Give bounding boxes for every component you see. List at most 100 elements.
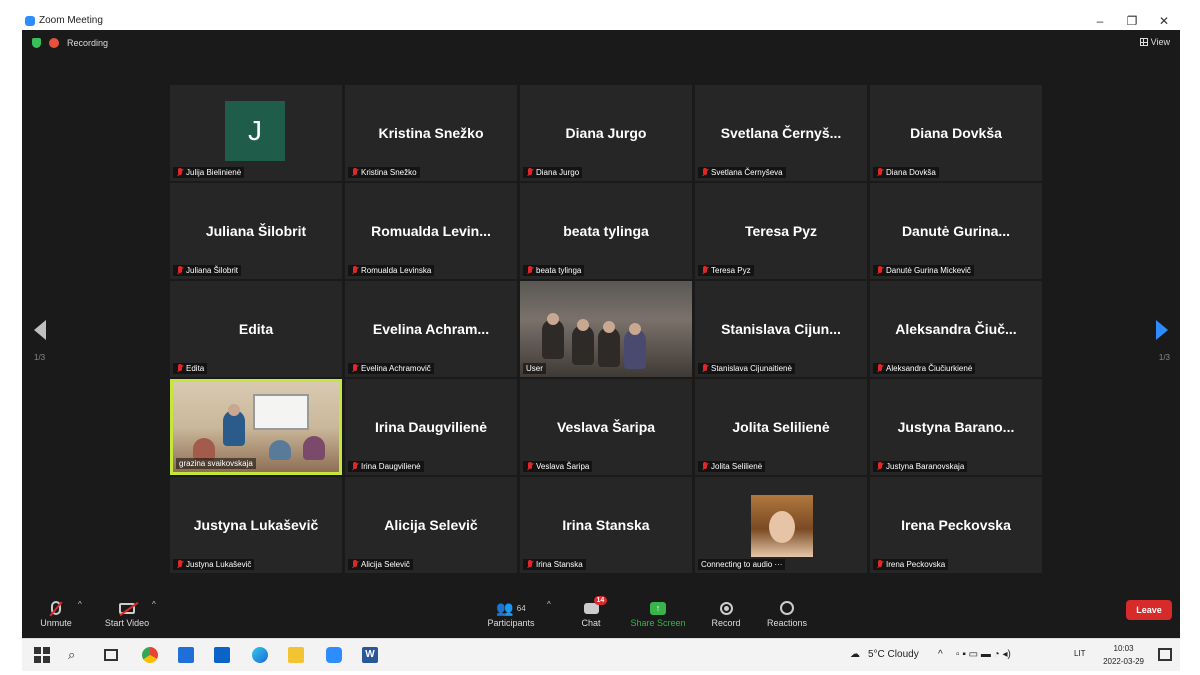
muted-microphone-icon (701, 462, 709, 471)
participant-tile[interactable]: Romualda Levin... Romualda Levinska (345, 183, 517, 279)
edge-icon[interactable] (252, 647, 268, 663)
participant-name: Kristina Snežko (361, 168, 417, 177)
video-options-chevron-icon[interactable]: ^ (152, 600, 156, 609)
share-screen-icon: ↑ (650, 601, 666, 615)
file-explorer-icon[interactable] (288, 647, 304, 663)
participant-name: Justyna Lukaševič (186, 560, 252, 569)
participant-tile[interactable]: Justyna Lukaševič Justyna Lukaševič (170, 477, 342, 573)
participant-tile[interactable]: Irena Peckovska Irena Peckovska (870, 477, 1042, 573)
participant-tile[interactable]: Evelina Achram... Evelina Achramovič (345, 281, 517, 377)
reactions-button[interactable]: Reactions (762, 598, 812, 628)
participant-tile[interactable]: beata tylinga beata tylinga (520, 183, 692, 279)
participant-name: Aleksandra Čiučiurkienė (886, 364, 973, 373)
muted-microphone-icon (526, 462, 534, 471)
chat-unread-badge: 14 (593, 595, 608, 605)
participant-tile[interactable]: Edita Edita (170, 281, 342, 377)
muted-microphone-icon (176, 560, 184, 569)
weather-label[interactable]: 5°C Cloudy (868, 649, 919, 660)
muted-microphone-icon (701, 266, 709, 275)
recording-icon (49, 38, 59, 48)
participant-tile[interactable]: Irina Daugvilienė Irina Daugvilienė (345, 379, 517, 475)
participant-name: Veslava Šaripa (536, 462, 590, 471)
participant-display-name: Irina Stanska (562, 517, 650, 533)
task-view-icon[interactable] (104, 649, 118, 661)
participant-name-label: Irina Daugvilienė (348, 461, 424, 472)
mail-icon[interactable] (214, 647, 230, 663)
participant-display-name: Juliana Šilobrit (205, 223, 307, 239)
participant-tile[interactable]: Irina Stanska Irina Stanska (520, 477, 692, 573)
maximize-button[interactable]: ❐ (1118, 12, 1146, 30)
windows-taskbar: ⌕ W ☁ 5°C Cloudy ^ ▫ ▪ ▭ ▬ ◔ ◂) LIT 10:0… (22, 638, 1180, 671)
participant-tile[interactable]: Diana Jurgo Diana Jurgo (520, 85, 692, 181)
participant-name-label: Aleksandra Čiučiurkienė (873, 363, 976, 374)
shield-icon[interactable] (32, 38, 41, 48)
participant-name: Irena Peckovska (886, 560, 946, 569)
page-indicator-left: 1/3 (34, 353, 46, 362)
tray-overflow-chevron-icon[interactable]: ^ (938, 649, 943, 660)
muted-microphone-icon (351, 560, 359, 569)
weather-icon[interactable]: ☁ (850, 649, 860, 660)
windows-start-icon[interactable] (34, 647, 50, 663)
participant-tile[interactable]: J Julija Bielinienė (170, 85, 342, 181)
participant-tile[interactable]: Kristina Snežko Kristina Snežko (345, 85, 517, 181)
participant-name: Diana Dovkša (886, 168, 936, 177)
zoom-taskbar-icon[interactable] (326, 647, 342, 663)
chat-button[interactable]: 14 Chat (574, 595, 608, 628)
participant-tile[interactable]: Connecting to audio ··· (695, 477, 867, 573)
participant-tile[interactable]: Teresa Pyz Teresa Pyz (695, 183, 867, 279)
participant-tile[interactable]: Diana Dovkša Diana Dovkša (870, 85, 1042, 181)
participant-tile[interactable]: grazina svaikovskaja (170, 379, 342, 475)
muted-microphone-icon (351, 462, 359, 471)
participant-name: User (526, 364, 543, 373)
start-video-button[interactable]: Start Video (100, 598, 154, 628)
leave-button[interactable]: Leave (1126, 600, 1172, 620)
store-icon[interactable] (178, 647, 194, 663)
next-page-arrow-icon[interactable] (1156, 320, 1168, 340)
share-screen-button[interactable]: ↑ Share Screen (626, 598, 690, 628)
view-button[interactable]: View (1139, 37, 1170, 47)
language-indicator[interactable]: LIT (1074, 649, 1086, 658)
participant-tile[interactable]: Alicija Selevič Alicija Selevič (345, 477, 517, 573)
word-icon[interactable]: W (362, 647, 378, 663)
participant-tile[interactable]: Svetlana Černyš... Svetlana Černyševa (695, 85, 867, 181)
participant-tile[interactable]: Veslava Šaripa Veslava Šaripa (520, 379, 692, 475)
participants-label: Participants (487, 618, 535, 628)
participants-button[interactable]: 👥 64 Participants (482, 598, 540, 629)
system-clock[interactable]: 10:03 2022-03-29 (1103, 642, 1144, 668)
unmute-button[interactable]: Unmute (34, 598, 78, 628)
participant-name: Romualda Levinska (361, 266, 432, 275)
muted-microphone-icon (876, 168, 884, 177)
participant-count: 64 (516, 603, 526, 613)
participant-tile[interactable]: Juliana Šilobrit Juliana Šilobrit (170, 183, 342, 279)
participant-tile[interactable]: Stanislava Cijun... Stanislava Cijunaitie… (695, 281, 867, 377)
participant-name-label: Diana Jurgo (523, 167, 583, 178)
tray-status-icons[interactable]: ▫ ▪ ▭ ▬ ◔ ◂) (956, 649, 1011, 660)
participant-tile[interactable]: Justyna Barano... Justyna Baranovskaja (870, 379, 1042, 475)
share-screen-label: Share Screen (630, 618, 686, 628)
notifications-icon[interactable] (1158, 648, 1172, 661)
record-button[interactable]: Record (706, 598, 746, 628)
participant-tile[interactable]: Jolita Selilienė Jolita Selilienė (695, 379, 867, 475)
participant-name-label: Juliana Šilobrit (173, 265, 242, 276)
record-label: Record (711, 618, 741, 628)
audio-options-chevron-icon[interactable]: ^ (78, 600, 82, 609)
video-off-icon (119, 602, 135, 614)
participant-name: Teresa Pyz (711, 266, 751, 275)
participant-name: Irina Stanska (536, 560, 583, 569)
participant-name: beata tylinga (536, 266, 582, 275)
participant-display-name: Evelina Achram... (372, 321, 490, 337)
participant-name-label: grazina svaikovskaja (176, 458, 256, 469)
participants-options-chevron-icon[interactable]: ^ (547, 600, 551, 609)
minimize-button[interactable]: – (1086, 12, 1114, 30)
participant-tile[interactable]: Danutė Gurina... Danutė Gurina Mickevič (870, 183, 1042, 279)
participant-photo (751, 495, 813, 557)
clock-date: 2022-03-29 (1103, 657, 1144, 666)
search-icon[interactable]: ⌕ (68, 647, 84, 663)
meeting-area: Recording View 1/3 1/3 J Julija Bielinien… (22, 30, 1180, 638)
participant-name-label: Kristina Snežko (348, 167, 420, 178)
participant-tile[interactable]: User (520, 281, 692, 377)
participant-tile[interactable]: Aleksandra Čiuč... Aleksandra Čiučiurkien… (870, 281, 1042, 377)
close-button[interactable]: ✕ (1150, 12, 1178, 30)
chrome-icon[interactable] (142, 647, 158, 663)
previous-page-arrow-icon[interactable] (34, 320, 46, 340)
